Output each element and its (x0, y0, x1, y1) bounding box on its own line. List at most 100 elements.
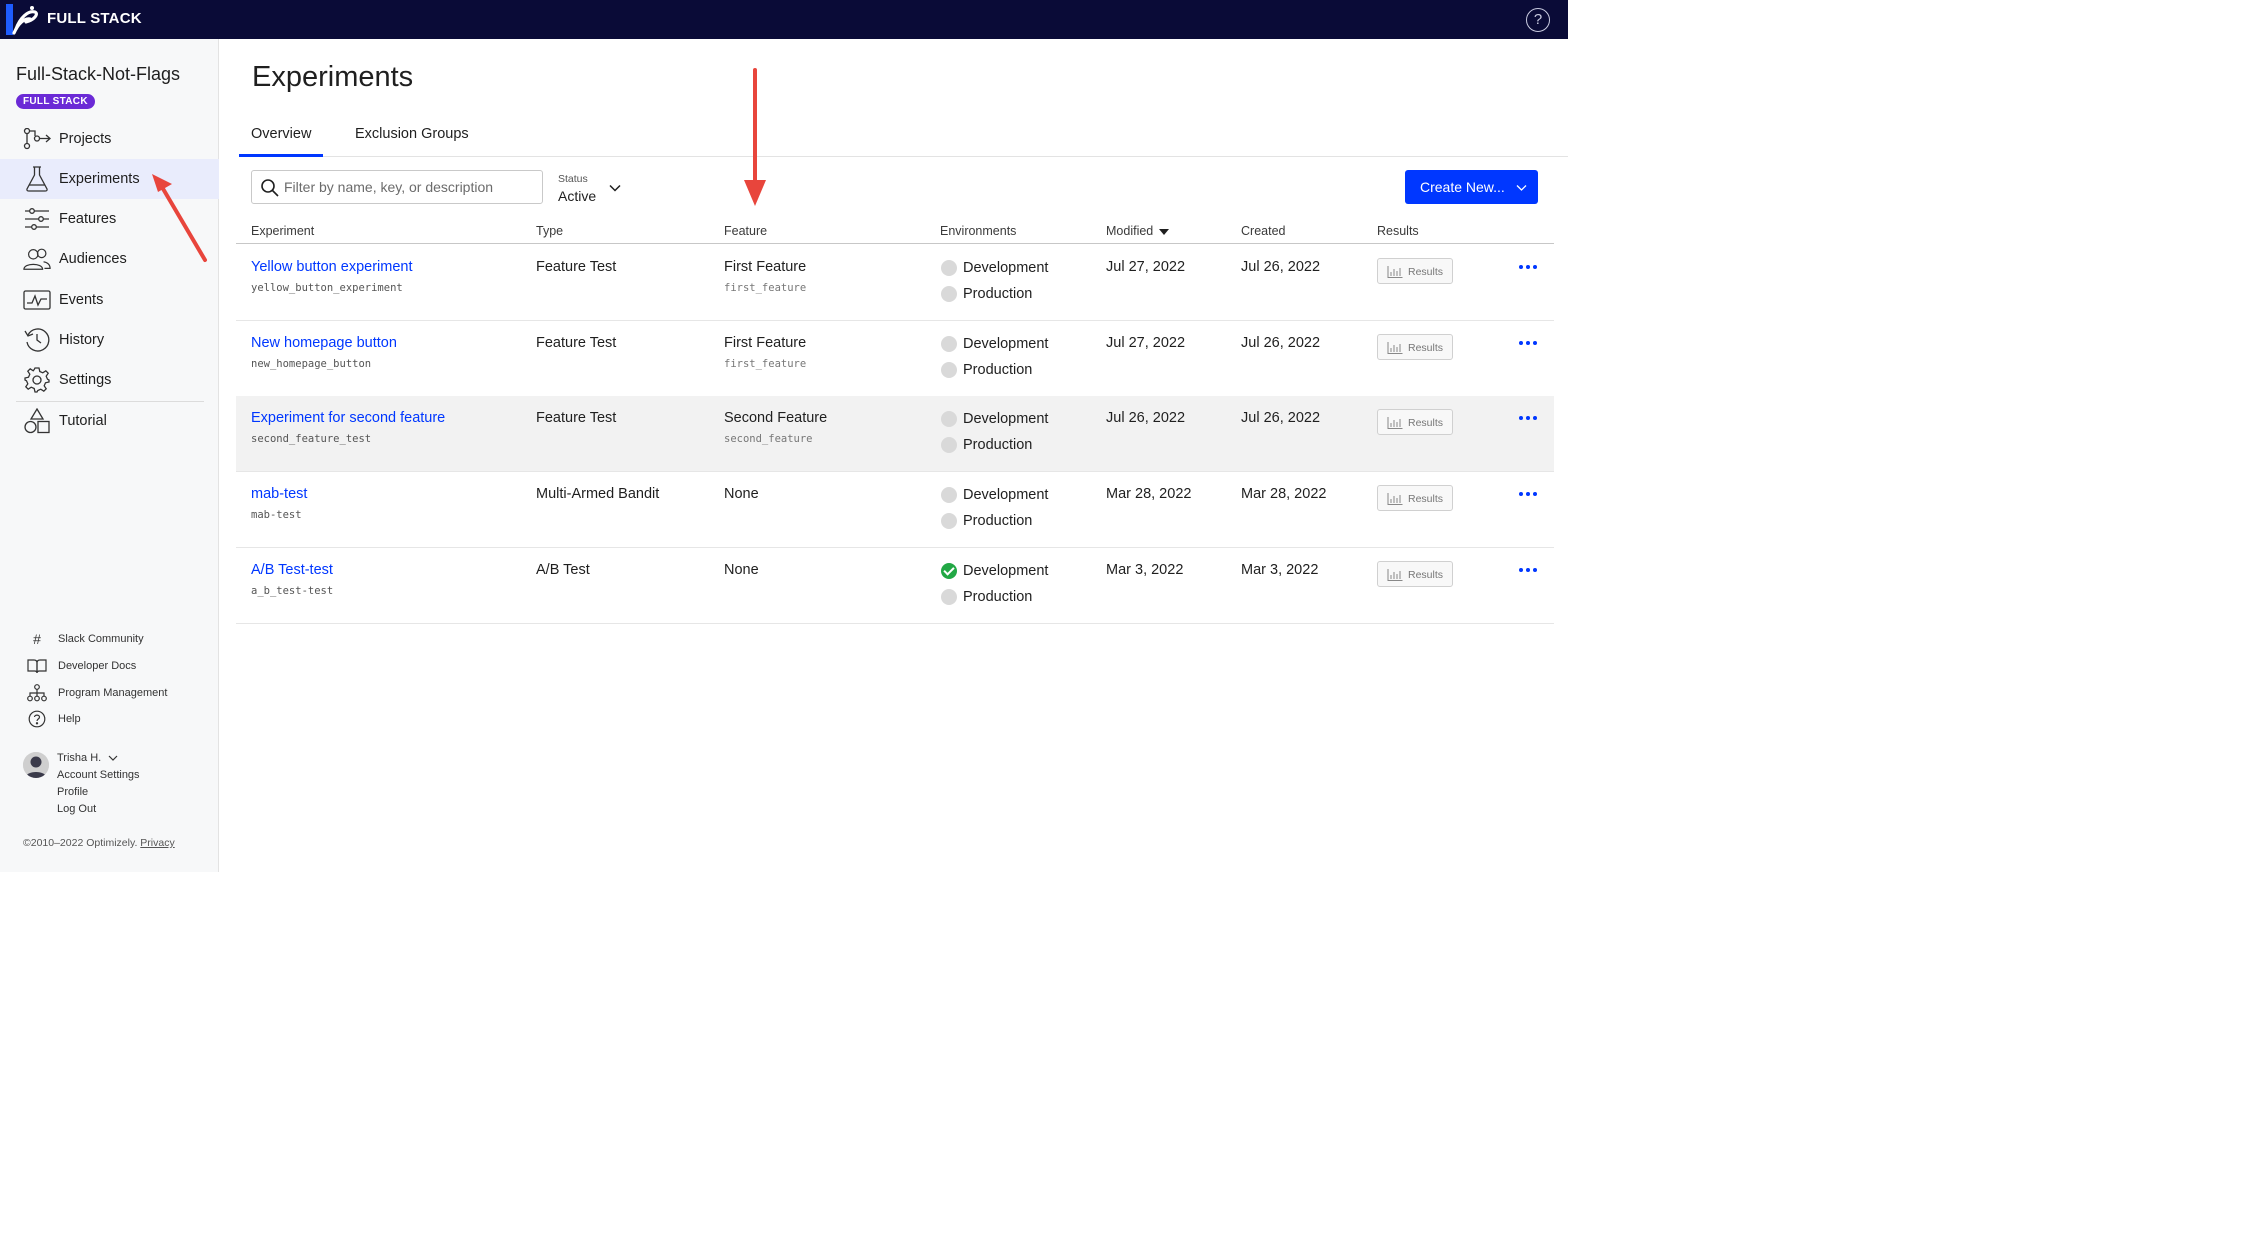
tab-exclusion-groups[interactable]: Exclusion Groups (355, 126, 469, 157)
table-row[interactable]: New homepage button new_homepage_button Fe… (236, 321, 1554, 397)
environment-status: Production (941, 285, 1032, 303)
chart-window-icon (23, 286, 51, 314)
created-date: Mar 3, 2022 (1241, 561, 1319, 578)
profile-link[interactable]: Profile (57, 786, 88, 798)
column-header-created[interactable]: Created (1241, 224, 1285, 238)
sidebar-item-features[interactable]: Features (0, 199, 219, 239)
footer-link-label: Developer Docs (58, 660, 137, 672)
more-options-icon[interactable] (1519, 486, 1537, 502)
account-settings-link[interactable]: Account Settings (57, 769, 140, 781)
status-dot-icon (941, 588, 957, 605)
sidebar-item-tutorial[interactable]: Tutorial (0, 401, 219, 441)
avatar[interactable] (23, 752, 49, 778)
created-date: Mar 28, 2022 (1241, 486, 1327, 503)
bar-chart-icon (1387, 493, 1403, 506)
table-row[interactable]: Experiment for second feature second_feat… (236, 396, 1554, 473)
sidebar-item-projects[interactable]: Projects (0, 119, 219, 159)
experiment-name-link[interactable]: Yellow button experiment (251, 259, 412, 275)
feature-name: Second Feature (724, 410, 828, 427)
experiment-key: mab-test (251, 509, 302, 522)
table-row[interactable]: A/B Test-test a_b_test-test A/B Test None De… (236, 548, 1554, 624)
environment-name: Production (963, 361, 1033, 378)
search-input[interactable] (284, 175, 534, 199)
created-date: Jul 26, 2022 (1241, 334, 1321, 351)
status-filter-dropdown[interactable]: Status Active (558, 170, 628, 206)
experiment-key: a_b_test-test (251, 584, 334, 597)
table-row[interactable]: mab-test mab-test Multi-Armed Bandit None De… (236, 472, 1554, 549)
more-options-icon[interactable] (1519, 410, 1537, 426)
modified-date: Jul 27, 2022 (1106, 259, 1186, 275)
user-menu-toggle[interactable]: Trisha H. (57, 752, 118, 764)
experiment-type: Feature Test (536, 259, 617, 275)
created-date: Jul 26, 2022 (1241, 410, 1321, 427)
results-button[interactable]: Results (1377, 560, 1453, 587)
results-button[interactable]: Results (1377, 409, 1453, 436)
sliders-icon (23, 205, 51, 233)
status-dot-icon (941, 487, 957, 504)
results-label: Results (1408, 266, 1444, 278)
main-content: Experiments Overview Exclusion Groups St… (220, 39, 1568, 872)
status-dot-icon (941, 437, 957, 454)
copyright-text: ©2010–2022 Optimizely. (23, 837, 138, 849)
column-header-environments[interactable]: Environments (940, 224, 1016, 238)
environment-name: Development (963, 260, 1049, 276)
sidebar: Full-Stack-Not-Flags FULL STACK Projects… (0, 39, 219, 872)
privacy-link[interactable]: Privacy (140, 837, 174, 849)
copyright: ©2010–2022 Optimizely. Privacy (23, 837, 175, 849)
optimizely-logo-icon[interactable] (6, 4, 40, 35)
history-icon (23, 326, 51, 354)
search-box (251, 170, 543, 204)
flask-icon (23, 165, 51, 193)
tab-overview[interactable]: Overview (239, 126, 324, 157)
chevron-down-icon (609, 184, 621, 192)
more-options-icon[interactable] (1519, 259, 1537, 275)
status-dot-icon (941, 411, 957, 428)
column-header-type[interactable]: Type (536, 224, 563, 238)
experiment-name-link[interactable]: mab-test (251, 486, 307, 502)
column-header-experiment[interactable]: Experiment (251, 224, 314, 238)
experiment-key: second_feature_test (251, 433, 372, 446)
feature-key: first_feature (724, 282, 807, 294)
results-label: Results (1408, 417, 1444, 430)
feature-key: first_feature (724, 357, 807, 370)
footer-link-label: Help (58, 713, 81, 725)
sidebar-link-program-management[interactable]: Program Management (0, 682, 219, 704)
sidebar-link-help[interactable]: Help (0, 708, 219, 730)
experiment-name-link[interactable]: A/B Test-test (251, 562, 333, 578)
environment-status: Development (941, 486, 1048, 504)
sidebar-link-developer-docs[interactable]: Developer Docs (0, 655, 219, 677)
sidebar-item-audiences[interactable]: Audiences (0, 239, 219, 279)
table-row[interactable]: Yellow button experiment yellow_button_ex… (236, 245, 1554, 321)
sidebar-item-history[interactable]: History (0, 320, 219, 360)
column-header-feature[interactable]: Feature (724, 224, 767, 238)
users-icon (23, 245, 51, 273)
status-value: Active (558, 188, 597, 204)
more-options-icon[interactable] (1519, 562, 1537, 578)
sidebar-item-settings[interactable]: Settings (0, 360, 219, 400)
results-button[interactable]: Results (1377, 333, 1453, 360)
modified-date: Mar 28, 2022 (1106, 486, 1192, 503)
column-header-modified[interactable]: Modified (1106, 224, 1170, 238)
sidebar-item-experiments[interactable]: Experiments (0, 159, 219, 199)
log-out-link[interactable]: Log Out (57, 803, 96, 815)
project-name[interactable]: Full-Stack-Not-Flags (16, 64, 180, 85)
feature-name: First Feature (724, 334, 807, 351)
bar-chart-icon (1387, 341, 1403, 354)
sidebar-item-label: Features (59, 211, 117, 227)
more-options-icon[interactable] (1519, 335, 1537, 351)
sidebar-link-slack-community[interactable]: # Slack Community (0, 628, 219, 650)
experiment-name-link[interactable]: Experiment for second feature (251, 410, 445, 426)
results-button[interactable]: Results (1377, 258, 1453, 284)
sidebar-item-label: Experiments (59, 171, 140, 187)
create-new-label: Create New... (1420, 179, 1505, 195)
environment-name: Production (963, 513, 1033, 530)
results-button[interactable]: Results (1377, 485, 1453, 512)
help-icon[interactable]: ? (1526, 8, 1550, 32)
feature-name: None (724, 486, 759, 503)
sidebar-item-events[interactable]: Events (0, 280, 219, 320)
hash-icon: # (33, 631, 41, 647)
experiment-type: Feature Test (536, 410, 617, 427)
sidebar-item-label: Events (59, 292, 104, 308)
experiment-name-link[interactable]: New homepage button (251, 335, 397, 351)
create-new-button[interactable]: Create New... (1405, 170, 1538, 204)
